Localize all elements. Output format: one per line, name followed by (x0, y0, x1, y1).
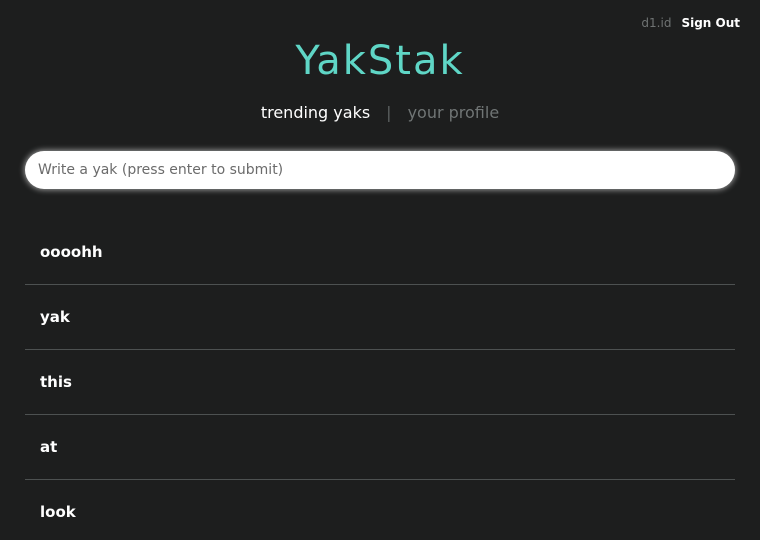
yak-list-item[interactable]: oooohh (25, 220, 735, 285)
yak-list-item[interactable]: at (25, 415, 735, 480)
yak-list-item[interactable]: this (25, 350, 735, 415)
yak-list-item[interactable]: look (25, 480, 735, 540)
nav-separator: | (386, 103, 392, 122)
yak-text: at (40, 438, 58, 456)
yak-list: oooohh yak this at look (25, 220, 735, 540)
yak-text: oooohh (40, 243, 103, 261)
sign-out-link[interactable]: Sign Out (681, 16, 740, 30)
yak-list-item[interactable]: yak (25, 285, 735, 350)
app-page: d1.id Sign Out YakStak trending yaks | y… (0, 0, 760, 540)
account-bar: d1.id Sign Out (641, 16, 740, 30)
tab-trending-yaks[interactable]: trending yaks (261, 101, 370, 125)
tab-your-profile[interactable]: your profile (408, 101, 500, 125)
yak-text: look (40, 503, 76, 521)
yak-text: this (40, 373, 72, 391)
yak-text: yak (40, 308, 70, 326)
yak-compose-input[interactable] (25, 151, 735, 189)
app-logo: YakStak (295, 38, 465, 84)
username-label: d1.id (641, 16, 672, 30)
main-nav: trending yaks | your profile (0, 101, 760, 125)
